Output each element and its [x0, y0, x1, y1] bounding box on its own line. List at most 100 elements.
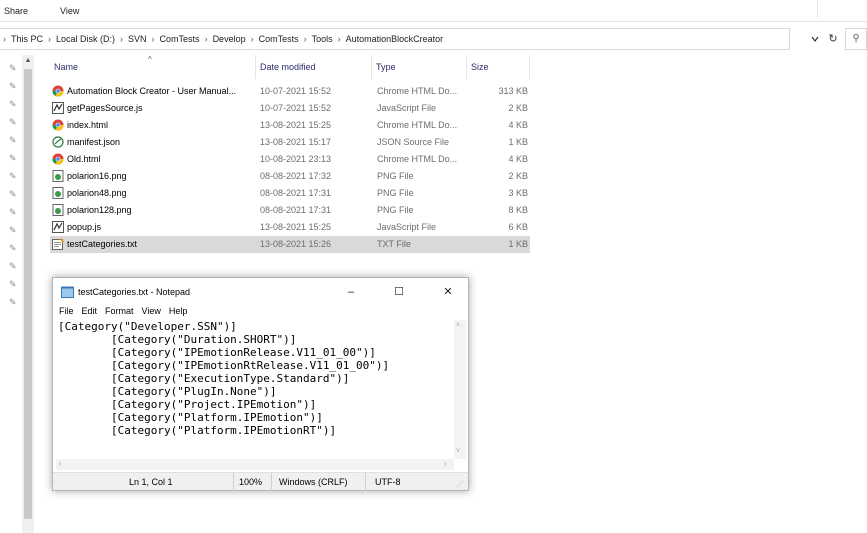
file-row[interactable]: polarion128.png 08-08-2021 17:31 PNG Fil…: [50, 202, 530, 219]
notepad-title: testCategories.txt - Notepad: [78, 287, 191, 297]
ribbon-tab-view[interactable]: View: [60, 6, 79, 16]
pin-icon[interactable]: ✎: [9, 153, 17, 164]
file-date: 08-08-2021 17:31: [260, 205, 332, 215]
notepad-icon: [61, 286, 74, 298]
file-row[interactable]: getPagesSource.js 10-07-2021 15:52 JavaS…: [50, 100, 530, 117]
refresh-icon[interactable]: ↻: [826, 32, 840, 46]
menu-view[interactable]: View: [142, 306, 161, 320]
json-file-icon: [52, 136, 64, 148]
ribbon-tab-share[interactable]: Share: [4, 6, 28, 16]
pin-icon[interactable]: ✎: [9, 99, 17, 110]
pin-icon[interactable]: ✎: [9, 261, 17, 272]
file-date: 13-08-2021 15:26: [260, 239, 332, 249]
breadcrumb-separator: ›: [204, 34, 208, 44]
file-date: 13-08-2021 15:25: [260, 120, 332, 130]
status-divider: [233, 473, 234, 491]
breadcrumb-automationblockcreator[interactable]: AutomationBlockCreator: [346, 34, 444, 44]
file-size: 4 KB: [508, 120, 528, 130]
pin-icon[interactable]: ✎: [9, 225, 17, 236]
file-row[interactable]: manifest.json 13-08-2021 15:17 JSON Sour…: [50, 134, 530, 151]
file-row[interactable]: index.html 13-08-2021 15:25 Chrome HTML …: [50, 117, 530, 134]
file-date: 10-07-2021 15:52: [260, 103, 332, 113]
notepad-vertical-scrollbar[interactable]: ˄ ˅: [454, 320, 466, 459]
column-header-label: Size: [471, 62, 489, 72]
column-header-name[interactable]: Name: [50, 55, 256, 79]
status-divider: [271, 473, 272, 491]
pin-icon[interactable]: ✎: [9, 171, 17, 182]
scroll-right-icon[interactable]: ›: [444, 459, 447, 468]
pin-icon[interactable]: ✎: [9, 243, 17, 254]
resize-grip-icon[interactable]: ⋰: [457, 480, 464, 488]
nav-scrollbar-thumb[interactable]: [24, 69, 32, 519]
file-row[interactable]: Old.html 10-08-2021 23:13 Chrome HTML Do…: [50, 151, 530, 168]
chevron-down-icon[interactable]: [810, 34, 820, 44]
column-header-label: Type: [376, 62, 396, 72]
scroll-up-icon[interactable]: ▲: [22, 55, 34, 67]
file-name: Old.html: [67, 154, 101, 164]
breadcrumb-this-pc[interactable]: This PC: [11, 34, 43, 44]
menu-edit[interactable]: Edit: [82, 306, 98, 320]
chrome-icon: [52, 153, 64, 165]
close-button[interactable]: ✕: [435, 283, 461, 301]
file-date: 10-07-2021 15:52: [260, 86, 332, 96]
breadcrumb-separator: ›: [303, 34, 307, 44]
file-size: 8 KB: [508, 205, 528, 215]
pin-icon[interactable]: ✎: [9, 81, 17, 92]
file-row-selected[interactable]: testCategories.txt 13-08-2021 15:26 TXT …: [50, 236, 530, 253]
pin-icon[interactable]: ✎: [9, 207, 17, 218]
file-name: index.html: [67, 120, 109, 130]
column-header-label: Name: [54, 62, 79, 72]
file-name: Automation Block Creator - User Manual..…: [67, 86, 237, 96]
breadcrumb-develop[interactable]: Develop: [213, 34, 246, 44]
notepad-title-bar[interactable]: testCategories.txt - Notepad – ☐ ✕: [53, 278, 468, 306]
png-file-icon: [52, 204, 64, 216]
pin-icon[interactable]: ✎: [9, 297, 17, 308]
breadcrumb-comtests[interactable]: ComTests: [160, 34, 200, 44]
pin-icon[interactable]: ✎: [9, 279, 17, 290]
minimize-button[interactable]: –: [338, 283, 364, 301]
pin-icon[interactable]: ✎: [9, 63, 17, 74]
notepad-horizontal-scrollbar[interactable]: ‹ ›: [56, 459, 454, 470]
column-header-type[interactable]: Type: [372, 55, 467, 79]
search-icon[interactable]: ⚲: [845, 28, 867, 50]
notepad-window[interactable]: testCategories.txt - Notepad – ☐ ✕ File …: [52, 277, 469, 491]
file-type: PNG File: [377, 171, 414, 181]
scroll-left-icon[interactable]: ‹: [59, 459, 62, 468]
address-row: › This PC › Local Disk (D:) › SVN › ComT…: [0, 28, 867, 50]
menu-file[interactable]: File: [59, 306, 74, 320]
column-header-label: Date modified: [260, 62, 316, 72]
file-row[interactable]: polarion16.png 08-08-2021 17:32 PNG File…: [50, 168, 530, 185]
file-type: JavaScript File: [377, 103, 437, 113]
maximize-button[interactable]: ☐: [386, 283, 412, 301]
breadcrumb-separator: ›: [3, 34, 6, 44]
file-name: getPagesSource.js: [67, 103, 143, 113]
file-row[interactable]: popup.js 13-08-2021 15:25 JavaScript Fil…: [50, 219, 530, 236]
notepad-text-area[interactable]: [Category("Developer.SSN")] [Category("D…: [58, 320, 454, 459]
breadcrumb-local-disk[interactable]: Local Disk (D:): [56, 34, 115, 44]
status-cursor-position: Ln 1, Col 1: [129, 477, 173, 487]
pin-icon[interactable]: ✎: [9, 117, 17, 128]
scroll-up-icon[interactable]: ˄: [456, 322, 460, 329]
status-zoom: 100%: [239, 477, 263, 487]
menu-help[interactable]: Help: [169, 306, 188, 320]
pin-icon[interactable]: ✎: [9, 135, 17, 146]
js-file-icon: [52, 102, 64, 114]
breadcrumb-tools[interactable]: Tools: [312, 34, 333, 44]
file-name: polarion48.png: [67, 188, 127, 198]
breadcrumb-svn[interactable]: SVN: [128, 34, 147, 44]
file-row[interactable]: Automation Block Creator - User Manual..…: [50, 83, 530, 100]
column-header-date[interactable]: Date modified: [256, 55, 372, 79]
file-date: 13-08-2021 15:17: [260, 137, 332, 147]
scroll-down-icon[interactable]: ˅: [456, 448, 460, 455]
pin-icon[interactable]: ✎: [9, 189, 17, 200]
file-row[interactable]: polarion48.png 08-08-2021 17:31 PNG File…: [50, 185, 530, 202]
breadcrumb-comtests-2[interactable]: ComTests: [259, 34, 299, 44]
file-size: 2 KB: [508, 103, 528, 113]
menu-format[interactable]: Format: [105, 306, 134, 320]
ribbon-expand-area[interactable]: [817, 0, 867, 18]
address-bar[interactable]: › This PC › Local Disk (D:) › SVN › ComT…: [0, 28, 790, 50]
file-size: 6 KB: [508, 222, 528, 232]
column-header-size[interactable]: Size: [467, 55, 530, 79]
breadcrumb-separator: ›: [48, 34, 52, 44]
breadcrumb-separator: ›: [120, 34, 124, 44]
